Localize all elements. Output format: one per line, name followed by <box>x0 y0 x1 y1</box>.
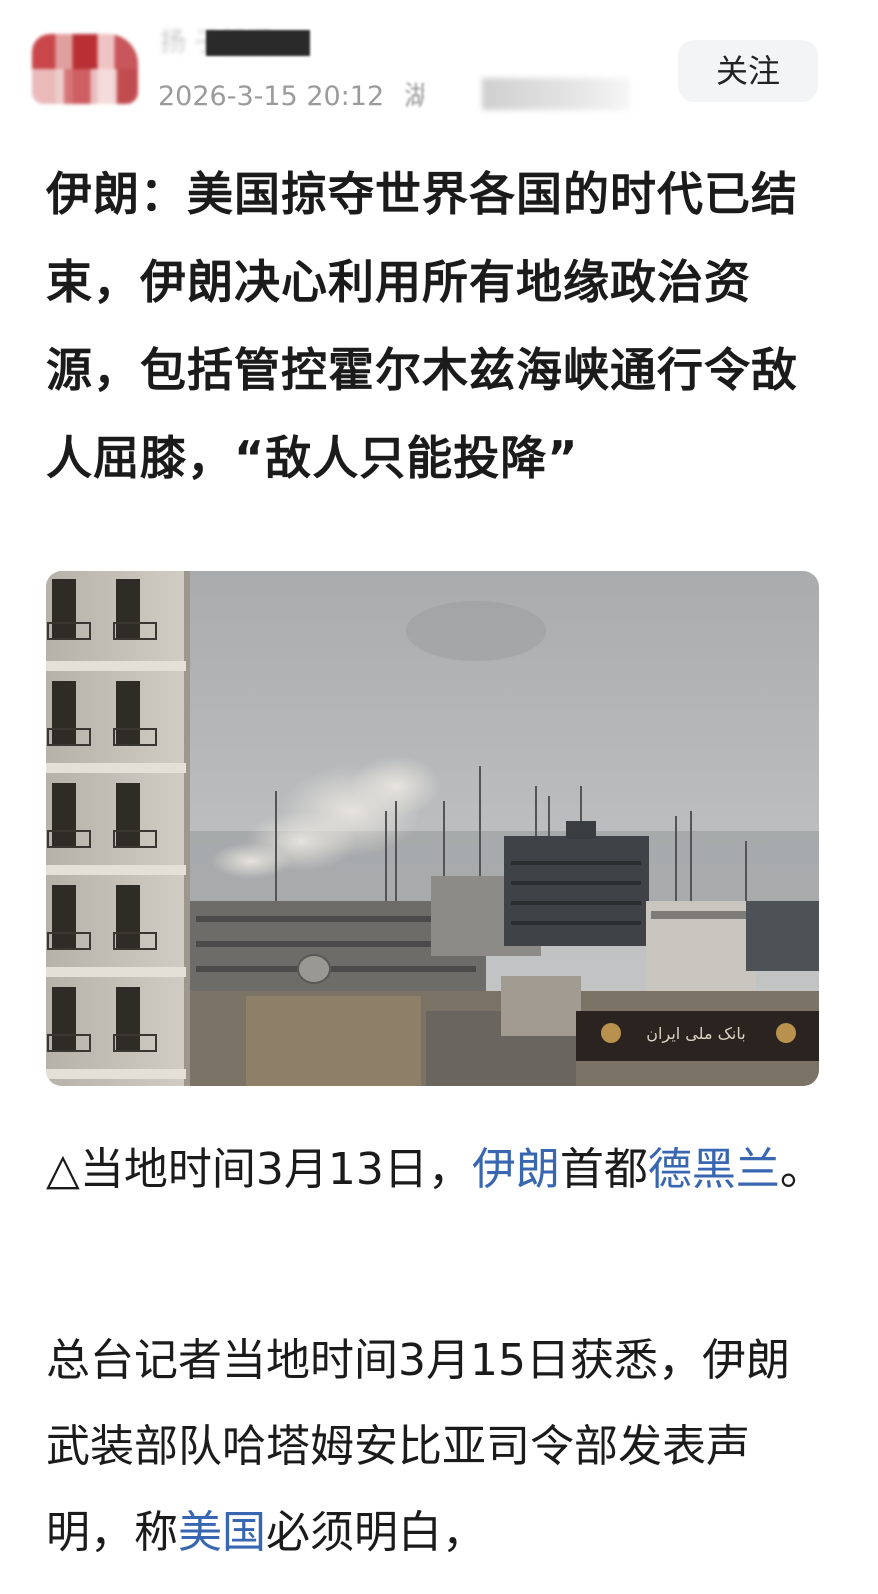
publish-location: 湖 <box>404 81 424 112</box>
article-title: 伊朗：美国掠夺世界各国的时代已结束，伊朗决心利用所有地缘政治资源，包括管控霍尔木… <box>46 167 798 485</box>
triangle-marker-icon: △ <box>46 1144 80 1195</box>
publish-timestamp: 2026-3-15 20:12 <box>158 81 385 112</box>
caption-text-prefix: 当地时间3月13日， <box>79 1144 472 1195</box>
article-paragraph: 总台记者当地时间3月15日获悉，伊朗武装部队哈塔姆安比亚司令部发表声明，称美国必… <box>46 1318 806 1576</box>
photo-caption: △当地时间3月13日，伊朗首都德黑兰。 <box>46 1128 836 1212</box>
article-photo[interactable]: بانک ملی ایران <box>46 571 819 1086</box>
author-name-redaction <box>206 30 310 56</box>
follow-button[interactable]: 关注 <box>678 40 818 102</box>
location-redaction <box>482 78 630 110</box>
link-usa[interactable]: 美国 <box>178 1507 266 1558</box>
author-avatar[interactable] <box>32 34 138 104</box>
paragraph-text-part2: 必须明白， <box>266 1507 486 1558</box>
link-tehran[interactable]: 德黑兰 <box>648 1144 780 1195</box>
article-header: 扬 子新闻 2026-3-15 20:12 湖 关注 <box>0 0 878 140</box>
caption-text-middle: 首都 <box>559 1144 648 1195</box>
bank-sign-text: بانک ملی ایران <box>646 1024 745 1044</box>
link-iran[interactable]: 伊朗 <box>472 1144 560 1195</box>
caption-text-suffix: 。 <box>779 1144 824 1195</box>
